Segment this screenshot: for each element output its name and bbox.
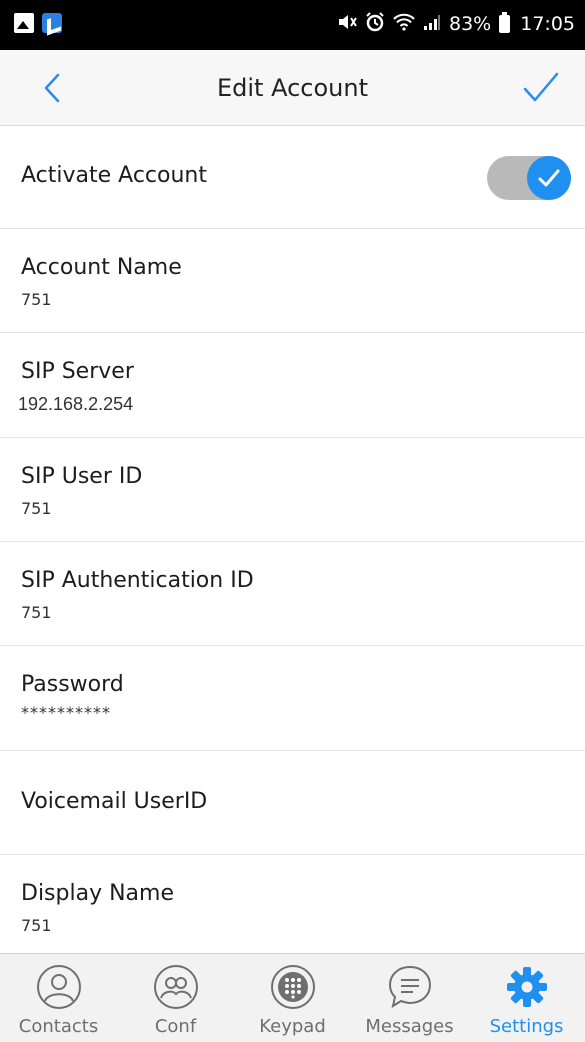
sip-user-id-row[interactable]: SIP User ID 751	[0, 438, 585, 542]
gallery-notification-icon	[14, 13, 34, 33]
sip-server-value: 192.168.2.254	[18, 394, 134, 414]
voicemail-userid-row[interactable]: Voicemail UserID	[0, 751, 585, 855]
sip-authentication-id-value: 751	[21, 603, 52, 622]
password-value: **********	[21, 703, 111, 722]
contacts-icon	[37, 965, 81, 1009]
tab-settings[interactable]: Settings	[468, 954, 585, 1042]
sip-authentication-id-row[interactable]: SIP Authentication ID 751	[0, 542, 585, 646]
account-name-row[interactable]: Account Name 751	[0, 229, 585, 333]
account-name-value: 751	[21, 290, 52, 309]
tab-label: Settings	[489, 1016, 564, 1037]
row-label: Account Name	[21, 255, 182, 280]
tab-messages[interactable]: Messages	[351, 954, 468, 1042]
checkmark-icon	[523, 72, 559, 102]
bottom-tab-bar: Contacts Conf Keypad Messages Settings	[0, 953, 585, 1042]
save-button[interactable]	[519, 70, 563, 106]
tab-label: Conf	[154, 1016, 197, 1037]
signal-icon	[423, 13, 441, 35]
display-name-value: 751	[21, 916, 52, 935]
conference-icon	[154, 965, 198, 1009]
status-bar: 83% 17:05	[0, 0, 585, 50]
battery-icon	[499, 12, 511, 33]
app-notification-icon	[42, 13, 62, 33]
tab-conf[interactable]: Conf	[117, 954, 234, 1042]
password-row[interactable]: Password **********	[0, 646, 585, 751]
row-label: Voicemail UserID	[21, 789, 208, 814]
page-title: Edit Account	[216, 74, 368, 102]
tab-keypad[interactable]: Keypad	[234, 954, 351, 1042]
tab-contacts[interactable]: Contacts	[0, 954, 117, 1042]
row-label: Display Name	[21, 881, 174, 906]
battery-percent: 83%	[449, 13, 492, 35]
alarm-icon	[365, 12, 385, 36]
account-settings-list: Activate Account Account Name 751 SIP Se…	[0, 126, 585, 958]
row-label: SIP Server	[21, 359, 134, 384]
row-label: SIP Authentication ID	[21, 568, 254, 593]
status-bar-notifications	[14, 13, 62, 33]
app-header: Edit Account	[0, 50, 585, 126]
tab-label: Contacts	[18, 1016, 99, 1037]
tab-label: Keypad	[259, 1016, 326, 1037]
tab-label: Messages	[365, 1016, 454, 1037]
keypad-icon	[271, 965, 315, 1009]
toggle-knob	[527, 156, 571, 200]
display-name-row[interactable]: Display Name 751	[0, 855, 585, 958]
status-bar-system: 83% 17:05	[337, 12, 575, 36]
clock: 17:05	[520, 13, 575, 35]
row-label: Password	[21, 672, 124, 697]
activate-account-toggle[interactable]	[487, 156, 571, 200]
check-icon	[538, 169, 560, 187]
mute-icon	[337, 13, 357, 35]
wifi-icon	[393, 13, 415, 35]
activate-account-row[interactable]: Activate Account	[0, 126, 585, 229]
gear-icon	[507, 967, 547, 1007]
sip-user-id-value: 751	[21, 499, 52, 518]
sip-server-row[interactable]: SIP Server 192.168.2.254	[0, 333, 585, 438]
row-label: SIP User ID	[21, 464, 143, 489]
messages-icon	[388, 965, 432, 1009]
